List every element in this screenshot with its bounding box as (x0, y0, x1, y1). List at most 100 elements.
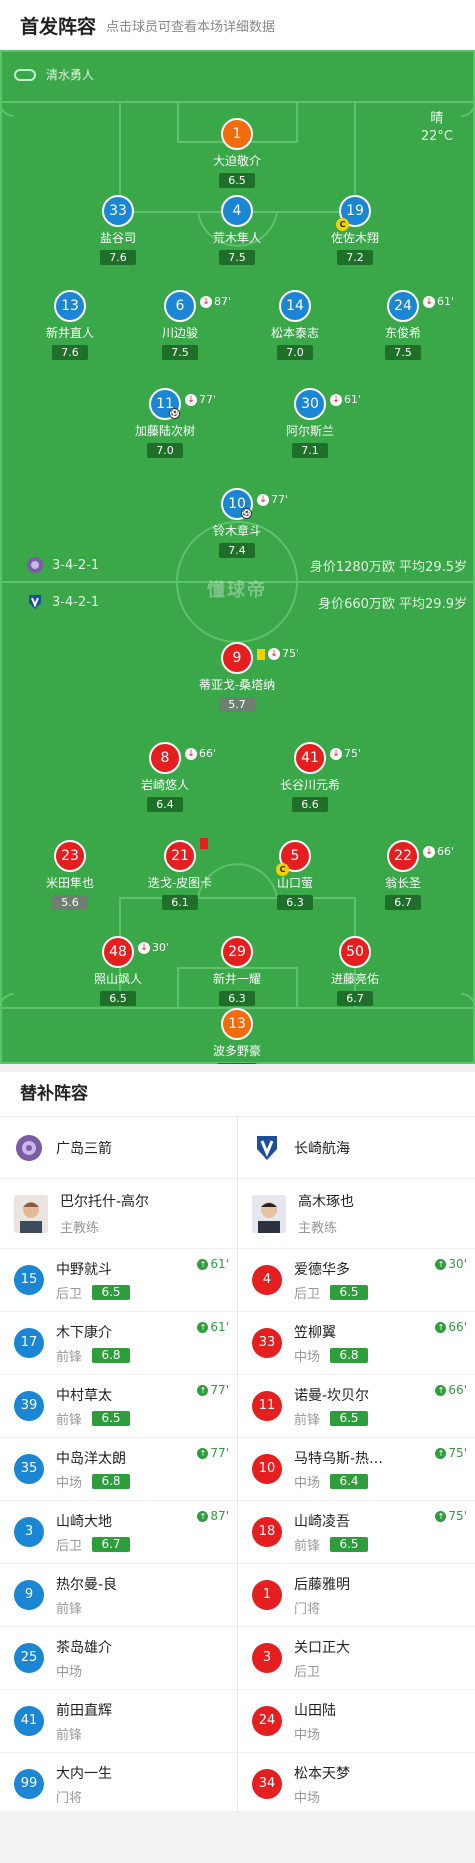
sub-player-row[interactable]: 24 山田陆 中场 (238, 1690, 475, 1753)
nagasaki-logo-icon (29, 595, 41, 609)
player-rating-value: 5.7 (228, 698, 246, 711)
player-marker[interactable]: 23 米田隼也 5.6 (15, 840, 125, 910)
sub-player-position: 后卫 (294, 1286, 321, 1302)
sub-player-rating: 6.4 (330, 1473, 369, 1489)
sub-player-number: 11 (252, 1391, 282, 1421)
player-marker[interactable]: 24 ↓ 61' 东俊希 7.5 (348, 290, 458, 360)
sub-player-name: 中岛洋太朗 (56, 1450, 126, 1467)
sub-player-number: 34 (252, 1769, 282, 1799)
away-coach-row[interactable]: 高木琢也 主教练 (238, 1179, 475, 1249)
player-marker[interactable]: 41 ↓ 75' 长谷川元希 6.6 (255, 742, 365, 812)
player-marker[interactable]: 19 C 佐佐木翔 7.2 (300, 195, 410, 265)
player-marker[interactable]: 50 进藤亮佑 6.7 (300, 936, 410, 1006)
sub-player-position: 前锋 (294, 1412, 321, 1428)
player-marker[interactable]: 4 荒木隼人 7.5 (182, 195, 292, 265)
player-number: 50 (339, 936, 371, 968)
player-name: 照山飒人 (93, 972, 142, 986)
player-marker[interactable]: 9 ↓ 75' 蒂亚戈-桑塔纳 5.7 (182, 642, 299, 712)
sub-player-row[interactable]: 33 笠柳翼 中场 6.8 ↑ 66' (238, 1312, 475, 1375)
player-rating: 7.5 (385, 345, 421, 360)
sub-in-icon: ↑ (197, 1447, 209, 1459)
sub-player-row[interactable]: 4 爱德华多 后卫 6.5 ↑ 30' (238, 1249, 475, 1312)
sub-in-time: ↑ 75' (435, 1509, 467, 1523)
player-marker[interactable]: 33 盐谷司 7.6 (63, 195, 173, 265)
sub-player-row[interactable]: 41 前田直辉 前锋 (0, 1690, 237, 1753)
sub-player-row[interactable]: 99 大内一生 门将 (0, 1753, 237, 1816)
sub-player-row[interactable]: 34 松本天梦 中场 (238, 1753, 475, 1816)
player-marker[interactable]: 5 C 山口萤 6.3 (240, 840, 350, 910)
player-rating-value: 5.6 (61, 896, 79, 909)
player-marker[interactable]: 30 ↓ 61' 阿尔斯兰 7.1 (255, 388, 365, 458)
player-marker[interactable]: 6 ↓ 87' 川边骏 7.5 (125, 290, 235, 360)
player-marker[interactable]: 8 ↓ 66' 岩崎悠人 6.4 (110, 742, 220, 812)
player-rating: 6.3 (219, 991, 255, 1006)
home-team-row[interactable]: 广岛三箭 (0, 1117, 237, 1179)
away-team-row[interactable]: 长崎航海 (238, 1117, 475, 1179)
sub-player-row[interactable]: 15 中野就斗 后卫 6.5 ↑ 61' (0, 1249, 237, 1312)
sub-player-name: 大内一生 (56, 1765, 112, 1782)
sub-player-name: 笠柳翼 (294, 1324, 336, 1341)
sub-in-icon: ↑ (197, 1510, 209, 1522)
sub-info: ↓ 75' (330, 740, 361, 768)
player-marker[interactable]: 13 新井直人 7.6 (15, 290, 125, 360)
sub-player-row[interactable]: 18 山崎凌吾 前锋 6.5 ↑ 75' (238, 1501, 475, 1564)
sub-player-number: 39 (14, 1391, 44, 1421)
sub-time: 66' (437, 845, 455, 858)
player-marker[interactable]: 22 ↓ 66' 翁长圣 6.7 (348, 840, 458, 910)
sub-player-row[interactable]: 3 关口正大 后卫 (238, 1627, 475, 1690)
player-rating: 7.0 (277, 345, 313, 360)
sub-player-position: 中场 (294, 1475, 321, 1491)
player-name: 米田隼也 (45, 876, 94, 890)
sub-player-row[interactable]: 9 热尔曼-良 前锋 (0, 1564, 237, 1627)
sub-in-time: ↑ 30' (435, 1257, 467, 1271)
sub-in-time: ↑ 77' (197, 1446, 229, 1460)
sub-player-row[interactable]: 1 后藤雅明 门将 (238, 1564, 475, 1627)
home-coach-row[interactable]: 巴尔托什-高尔 主教练 (0, 1179, 237, 1249)
sub-in-minute: 66' (448, 1383, 467, 1397)
sub-player-number: 18 (252, 1517, 282, 1547)
player-marker[interactable]: 11 ⚽ ↓ 77' 加藤陆次树 7.0 (110, 388, 220, 458)
home-subs-column: 广岛三箭 巴尔托什-高尔 主教练 15 中野就斗 后卫 6.5 ↑ 61' 17 木下康介 前锋… (0, 1117, 237, 1816)
sub-player-name: 茶岛雄介 (56, 1639, 112, 1656)
player-rating-value: 6.5 (109, 992, 127, 1005)
away-subs-list: 4 爱德华多 后卫 6.5 ↑ 30' 33 笠柳翼 中场 6.8 ↑ 66' 11 诺曼-坎贝尔 前锋 6.… (238, 1249, 475, 1816)
player-marker[interactable]: 29 新井一耀 6.3 (182, 936, 292, 1006)
home-subs-list: 15 中野就斗 后卫 6.5 ↑ 61' 17 木下康介 前锋 6.8 ↑ 61' 39 中村草太 前锋 6.… (0, 1249, 237, 1816)
player-marker[interactable]: 10 ⚽ ↓ 77' 铃木章斗 7.4 (182, 488, 292, 558)
player-number: 11 ⚽ ↓ 77' (149, 388, 216, 420)
player-name: 大迫敬介 (212, 154, 261, 168)
player-marker[interactable]: 1 大迫敬介 6.5 (182, 118, 292, 188)
player-number: 41 ↓ 75' (294, 742, 361, 774)
sub-player-row[interactable]: 3 山崎大地 后卫 6.7 ↑ 87' (0, 1501, 237, 1564)
sub-player-number: 4 (252, 1265, 282, 1295)
sub-in-icon: ↑ (435, 1321, 447, 1333)
sub-player-row[interactable]: 17 木下康介 前锋 6.8 ↑ 61' (0, 1312, 237, 1375)
sub-in-minute: 75' (448, 1509, 467, 1523)
sub-player-row[interactable]: 25 茶岛雄介 中场 (0, 1627, 237, 1690)
player-number: 6 ↓ 87' (164, 290, 231, 322)
sub-time: 75' (344, 747, 362, 760)
page-subtitle: 点击球员可查看本场详细数据 (106, 19, 276, 35)
sub-player-row[interactable]: 35 中岛洋太朗 中场 6.8 ↑ 77' (0, 1438, 237, 1501)
page-title: 首发阵容 (20, 15, 97, 38)
player-rating: 6.1 (162, 895, 198, 910)
sub-out-icon: ↓ (138, 942, 150, 954)
away-subs-column: 长崎航海 高木琢也 主教练 4 爱德华多 后卫 6.5 ↑ 30' 33 笠柳翼 中场 6.8 ↑ 6… (238, 1117, 475, 1816)
sub-player-row[interactable]: 10 马特乌斯-热… 中场 6.4 ↑ 75' (238, 1438, 475, 1501)
sub-info: ↓ 61' (330, 386, 361, 414)
player-number: 24 ↓ 61' (387, 290, 454, 322)
subs-title: 替补阵容 (0, 1072, 475, 1117)
player-marker[interactable]: 48 ↓ 30' 照山飒人 6.5 (63, 936, 173, 1006)
player-marker[interactable]: 21 迭戈-皮图卡 6.1 (125, 838, 235, 910)
sub-player-position: 后卫 (56, 1286, 83, 1302)
sub-in-time: ↑ 61' (197, 1257, 229, 1271)
page-footer (0, 1811, 475, 1863)
sub-player-row[interactable]: 39 中村草太 前锋 6.5 ↑ 77' (0, 1375, 237, 1438)
player-marker[interactable]: 13波多野豪★7.7 (182, 1008, 292, 1064)
player-number: 1 (221, 118, 253, 150)
section-divider (0, 1064, 475, 1072)
sub-in-icon: ↑ (435, 1447, 447, 1459)
player-marker[interactable]: 14 松本泰志 7.0 (240, 290, 350, 360)
sub-player-row[interactable]: 11 诺曼-坎贝尔 前锋 6.5 ↑ 66' (238, 1375, 475, 1438)
sub-player-name: 山崎凌吾 (294, 1513, 350, 1530)
